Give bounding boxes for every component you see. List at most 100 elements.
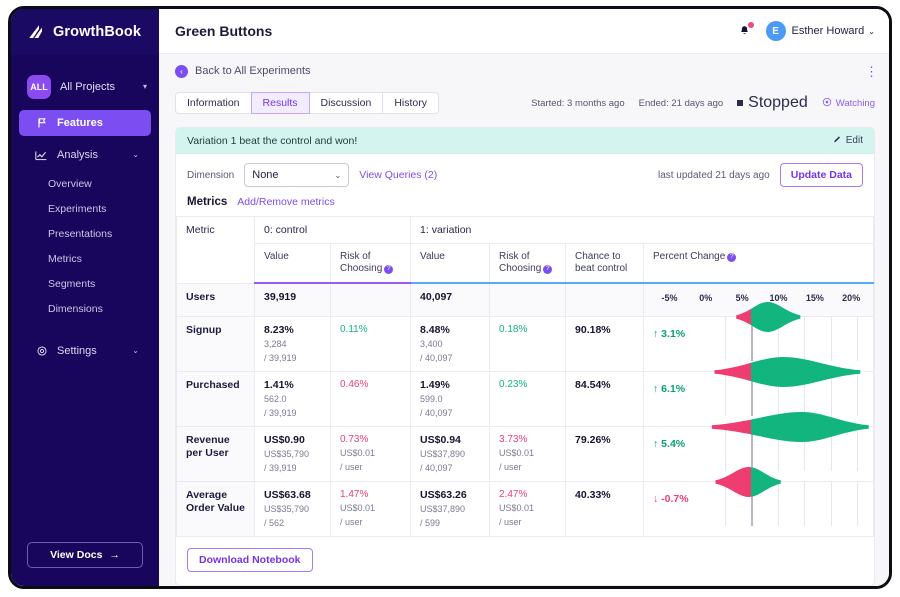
violin-plot [706, 295, 873, 339]
avatar[interactable]: E [766, 21, 786, 41]
control-risk-denominator: / user [340, 516, 401, 528]
th-percent-change: Percent Change? [644, 244, 874, 284]
status-badge: Stopped [737, 94, 808, 112]
tabs-row: Information Results Discussion History S… [159, 88, 889, 118]
cell-variation-risk: 3.73% US$0.01 / user [490, 427, 566, 482]
view-docs-button[interactable]: View Docs → [27, 542, 143, 568]
control-numerator: US$35,790 [264, 503, 321, 515]
chance-to-beat-value: 79.26% [566, 427, 643, 453]
user-name[interactable]: Esther Howard [792, 25, 865, 37]
th-chance-to-beat: Chance tobeat control [566, 244, 644, 284]
variation-numerator: 599.0 [420, 393, 480, 405]
results-panel: Variation 1 beat the control and won! Ed… [175, 127, 875, 586]
metric-name: Revenue per User [177, 427, 254, 467]
back-to-all-experiments-link[interactable]: Back to All Experiments [195, 65, 865, 77]
metric-name: Purchased [177, 372, 254, 399]
table-sub-header-row: Value Risk of Choosing? Value Risk of Ch… [177, 244, 874, 284]
tab-discussion[interactable]: Discussion [309, 92, 384, 114]
last-updated-text: last updated 21 days ago [658, 170, 770, 181]
bell-icon[interactable] [734, 20, 756, 42]
control-value: US$0.90 [264, 434, 321, 446]
metric-name: Average Order Value [177, 482, 254, 522]
help-icon[interactable]: ? [543, 265, 552, 274]
view-queries-link[interactable]: View Queries (2) [359, 169, 437, 181]
sidebar-subitem-presentations[interactable]: Presentations [11, 221, 159, 246]
chance-to-beat-value: 84.54% [566, 372, 643, 398]
cell-control-risk: 0.11% [331, 317, 411, 372]
cell-chance-to-beat: 84.54% [566, 372, 644, 427]
tab-results[interactable]: Results [251, 92, 310, 114]
flag-icon [35, 117, 48, 130]
dimension-label: Dimension [187, 170, 234, 181]
winner-banner-text: Variation 1 beat the control and won! [187, 135, 833, 147]
chevron-down-icon[interactable]: ⌄ [868, 27, 875, 36]
violin-plot [706, 350, 873, 394]
panel-footer: Download Notebook [176, 537, 874, 585]
variation-denominator: / 599 [420, 517, 480, 529]
update-data-button[interactable]: Update Data [780, 163, 863, 187]
control-denominator: / 39,919 [264, 407, 321, 419]
sidebar-subitem-dimensions[interactable]: Dimensions [11, 296, 159, 321]
tab-history[interactable]: History [382, 92, 439, 114]
project-selector[interactable]: ALL All Projects ▾ [11, 67, 159, 107]
sidebar-item-settings[interactable]: Settings ⌄ [19, 338, 151, 364]
brand-logo[interactable]: GrowthBook [11, 9, 159, 55]
table-group-header-row: Metric 0: control 1: variation [177, 217, 874, 244]
winner-banner: Variation 1 beat the control and won! Ed… [176, 128, 874, 154]
view-docs-label: View Docs [50, 549, 102, 561]
chevron-left-icon[interactable]: ‹ [175, 65, 188, 78]
sidebar-divider-gap [11, 321, 159, 335]
metrics-header-row: Metrics Add/Remove metrics [176, 196, 874, 216]
violin-plot [706, 460, 873, 504]
th-group-control: 0: control [255, 217, 411, 244]
edit-banner-button[interactable]: Edit [833, 135, 863, 147]
growthbook-logo-icon [27, 23, 45, 41]
watching-toggle[interactable]: Watching [822, 97, 875, 110]
control-risk-numerator: US$0.01 [340, 447, 401, 459]
variation-denominator: / 40,097 [420, 407, 480, 419]
help-icon[interactable]: ? [727, 253, 736, 262]
chart-line-icon [35, 149, 48, 162]
cell-control-value: 1.41% 562.0 / 39,919 [255, 372, 331, 427]
controls-right: last updated 21 days ago Update Data [447, 163, 863, 187]
download-notebook-button[interactable]: Download Notebook [187, 548, 313, 572]
add-remove-metrics-link[interactable]: Add/Remove metrics [237, 196, 334, 208]
sidebar-item-analysis[interactable]: Analysis ⌄ [19, 142, 151, 168]
more-vertical-icon[interactable]: ⋮ [865, 67, 875, 76]
cell-variation-value: US$0.94 US$37,890 / 40,097 [411, 427, 490, 482]
sidebar-subitem-metrics[interactable]: Metrics [11, 246, 159, 271]
help-icon[interactable]: ? [384, 265, 393, 274]
cell-control-value: US$0.90 US$35,790 / 39,919 [255, 427, 331, 482]
th-metric: Metric [177, 217, 255, 284]
notification-dot [748, 22, 754, 28]
sidebar-subitem-experiments[interactable]: Experiments [11, 196, 159, 221]
controls-row: Dimension None ⌄ View Queries (2) last u… [176, 154, 874, 196]
status-label: Stopped [748, 94, 808, 112]
variation-denominator: / 40,097 [420, 462, 480, 474]
th-control-risk: Risk of Choosing? [331, 244, 411, 284]
sidebar-item-features[interactable]: Features [19, 110, 151, 136]
page-title: Green Buttons [175, 23, 734, 39]
violin-chart-cell [706, 295, 873, 339]
metric-name: Signup [177, 317, 254, 344]
cell-chance-to-beat: 79.26% [566, 427, 644, 482]
percent-change-value: ↓ -0.7% [653, 493, 689, 505]
variation-risk-denominator: / user [499, 461, 556, 473]
dimension-select[interactable]: None ⌄ [244, 163, 349, 187]
th-variation-value: Value [411, 244, 490, 284]
variation-value: 1.49% [420, 379, 480, 391]
variation-risk-value: 3.73% [499, 434, 556, 445]
control-risk-value: 1.47% [340, 489, 401, 500]
pencil-icon [833, 135, 842, 147]
sidebar-subitem-segments[interactable]: Segments [11, 271, 159, 296]
ended-text: Ended: 21 days ago [639, 98, 724, 109]
percent-change-value: ↑ 6.1% [653, 383, 685, 395]
variation-numerator: US$37,890 [420, 503, 480, 515]
cell-control-risk: 0.46% [331, 372, 411, 427]
variation-numerator: US$37,890 [420, 448, 480, 460]
sidebar-subitem-overview[interactable]: Overview [11, 171, 159, 196]
cell-metric: Purchased [177, 372, 255, 427]
tab-information[interactable]: Information [175, 92, 252, 114]
variation-risk-value: 0.23% [499, 379, 556, 390]
app-window: GrowthBook ALL All Projects ▾ Features A… [8, 6, 892, 589]
